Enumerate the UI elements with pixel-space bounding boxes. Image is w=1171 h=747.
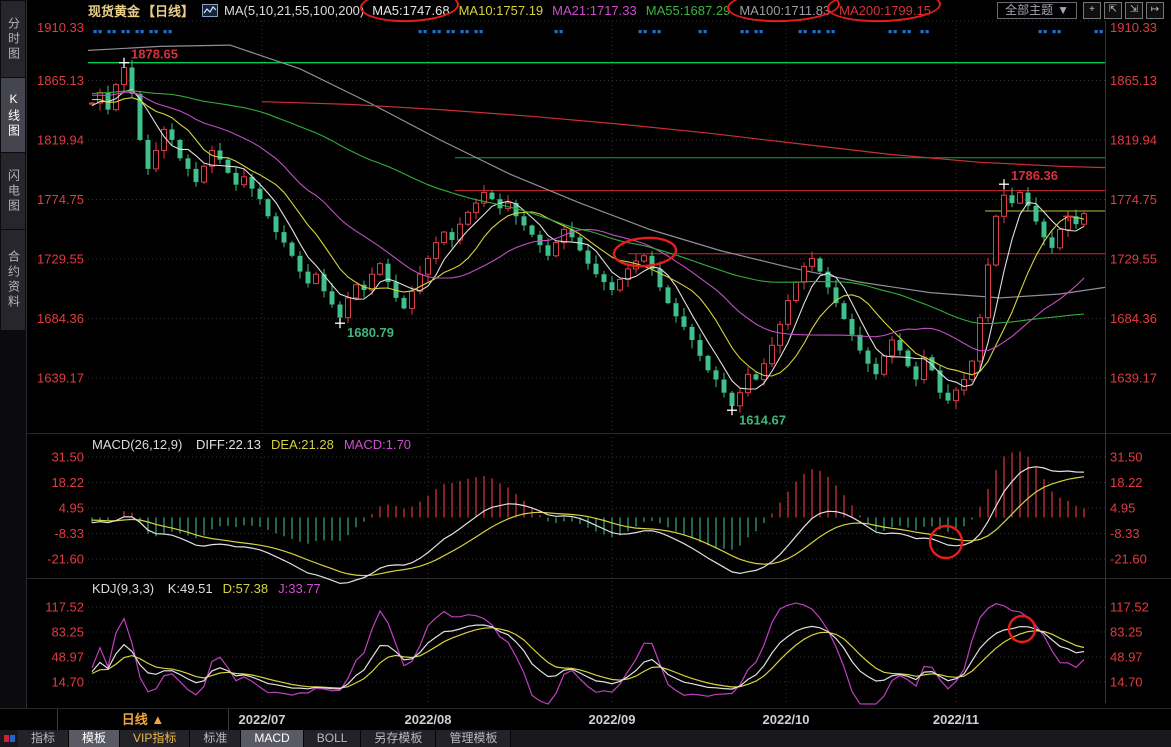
- period-selector[interactable]: 日线 ▲: [57, 709, 229, 730]
- app-logo: [0, 730, 18, 747]
- ma-value-ma10: MA10:1757.19: [458, 3, 544, 18]
- sidebar-item-4[interactable]: 合约资料: [1, 230, 25, 330]
- sidebar-item-1[interactable]: 分时图: [1, 1, 25, 77]
- svg-text:1819.94: 1819.94: [1110, 133, 1157, 148]
- macd-params: MACD(26,12,9): [92, 437, 183, 452]
- svg-text:18.22: 18.22: [1110, 475, 1143, 490]
- svg-text:1865.13: 1865.13: [37, 73, 84, 88]
- bottom-tabbar: 指标 模板 VIP指标 标准 MACD BOLL 另存模板 管理模板: [0, 730, 1171, 747]
- svg-text:1729.55: 1729.55: [1110, 252, 1157, 267]
- trading-app: 1910.33 1910.33 1865.13 1865.13 1819.94 1819.…: [0, 0, 1171, 747]
- ma-params: MA(5,10,21,55,100,200): [224, 3, 365, 18]
- svg-text:14.70: 14.70: [1110, 675, 1143, 690]
- svg-text:1639.17: 1639.17: [1110, 371, 1157, 386]
- svg-text:1910.33: 1910.33: [1110, 20, 1157, 35]
- svg-text:1639.17: 1639.17: [37, 371, 84, 386]
- svg-text:1819.94: 1819.94: [37, 133, 84, 148]
- svg-text:1865.13: 1865.13: [1110, 73, 1157, 88]
- svg-text:-21.60: -21.60: [1110, 552, 1147, 567]
- svg-text:1774.75: 1774.75: [37, 192, 84, 207]
- macd-value-2: MACD:1.70: [343, 437, 412, 452]
- tab-VIP指标[interactable]: VIP指标: [120, 730, 191, 747]
- kdj-value-2: J:33.77: [278, 581, 321, 596]
- period-name: 【日线】: [142, 4, 195, 19]
- period-selector-label: 日线: [121, 712, 148, 727]
- svg-text:1729.55: 1729.55: [37, 252, 84, 267]
- svg-text:31.50: 31.50: [1110, 450, 1143, 465]
- sidebar-item-3[interactable]: 闪电图: [1, 153, 25, 229]
- svg-text:83.25: 83.25: [51, 624, 84, 639]
- svg-text:31.50: 31.50: [51, 450, 84, 465]
- svg-text:-21.60: -21.60: [47, 552, 84, 567]
- tab-模板[interactable]: 模板: [69, 730, 121, 747]
- svg-text:4.95: 4.95: [59, 501, 84, 516]
- svg-text:1910.33: 1910.33: [37, 20, 84, 35]
- symbol-name: 现货黄金: [88, 4, 141, 19]
- ma-value-ma100: MA100:1711.83: [739, 3, 831, 18]
- svg-text:48.97: 48.97: [51, 650, 84, 665]
- x-axis-label: 2022/08: [404, 712, 452, 727]
- svg-text:18.22: 18.22: [51, 475, 84, 490]
- kdj-indicator-header: KDJ(9,3,3) K:49.51 D:57.38 J:33.77: [92, 581, 331, 596]
- macd-value-0: DIFF:22.13: [195, 437, 261, 452]
- svg-text:4.95: 4.95: [1110, 501, 1135, 516]
- kdj-params: KDJ(9,3,3): [92, 581, 155, 596]
- svg-text:48.97: 48.97: [1110, 650, 1143, 665]
- tab-指标[interactable]: 指标: [18, 730, 70, 747]
- macd-value-1: DEA:21.28: [270, 437, 334, 452]
- svg-text:14.70: 14.70: [51, 675, 84, 690]
- ma-value-ma55: MA55:1687.29: [645, 3, 731, 18]
- ma-value-ma200: MA200:1799.15: [839, 3, 931, 18]
- svg-text:1684.36: 1684.36: [1110, 311, 1157, 326]
- svg-text:1684.36: 1684.36: [37, 311, 84, 326]
- kdj-value-1: D:57.38: [222, 581, 269, 596]
- ma-values: MA5:1747.68 MA10:1757.19 MA21:1717.33 MA55:…: [372, 3, 940, 18]
- svg-text:-8.33: -8.33: [1110, 526, 1140, 541]
- kline-icon: [202, 4, 219, 17]
- x-axis-label: 2022/11: [932, 712, 980, 727]
- chart-type-sidebar: 分时图 K线图 闪电图 合约资料: [0, 0, 27, 710]
- svg-text:1680.79: 1680.79: [347, 325, 394, 340]
- sidebar-item-2[interactable]: K线图: [1, 78, 25, 152]
- svg-text:1614.67: 1614.67: [739, 412, 786, 427]
- chevron-down-icon: ▼: [1057, 3, 1069, 17]
- svg-text:83.25: 83.25: [1110, 624, 1143, 639]
- timeline-row: 日线 ▲ 2022/07 2022/08 2022/09 2022/10 2022/11: [0, 708, 1171, 732]
- theme-selector-button[interactable]: 全部主题 ▼: [997, 2, 1077, 19]
- indicator-tabs: 指标 模板 VIP指标 标准 MACD BOLL 另存模板 管理模板: [18, 730, 512, 747]
- tab-管理模板[interactable]: 管理模板: [436, 730, 512, 747]
- tab-BOLL[interactable]: BOLL: [303, 730, 362, 747]
- pane-pop-icon[interactable]: ↦: [1146, 2, 1164, 19]
- svg-text:-8.33: -8.33: [54, 526, 84, 541]
- svg-text:1878.65: 1878.65: [131, 47, 178, 62]
- theme-selector-label: 全部主题: [1005, 3, 1054, 17]
- chart-header: 现货黄金 【日线】 MA(5,10,21,55,100,200) MA5:174…: [26, 0, 1171, 21]
- pane-top-icon[interactable]: ⇱: [1104, 2, 1122, 19]
- macd-indicator-header: MACD(26,12,9) DIFF:22.13 DEA:21.28 MACD:1.…: [92, 437, 421, 452]
- svg-text:117.52: 117.52: [45, 600, 84, 615]
- svg-text:1774.75: 1774.75: [1110, 192, 1157, 207]
- x-axis-label: 2022/07: [238, 712, 286, 727]
- x-axis-label: 2022/10: [762, 712, 810, 727]
- crosshair-icon[interactable]: +: [1083, 2, 1101, 19]
- window-layout-buttons: + ⇱ ⇲ ↦: [1083, 2, 1167, 19]
- ma-value-ma5: MA5:1747.68: [372, 3, 450, 18]
- kdj-value-0: K:49.51: [167, 581, 213, 596]
- tab-MACD[interactable]: MACD: [241, 730, 304, 747]
- x-axis-label: 2022/09: [588, 712, 636, 727]
- tab-标准[interactable]: 标准: [190, 730, 242, 747]
- triangle-up-icon: ▲: [151, 712, 165, 727]
- pane-bottom-icon[interactable]: ⇲: [1125, 2, 1143, 19]
- svg-text:117.52: 117.52: [1110, 600, 1149, 615]
- kline-chart-canvas[interactable]: 1910.33 1910.33 1865.13 1865.13 1819.94 1819.…: [0, 0, 1171, 747]
- svg-text:1786.36: 1786.36: [1011, 168, 1058, 183]
- ma-value-ma21: MA21:1717.33: [552, 3, 637, 18]
- tab-另存模板[interactable]: 另存模板: [361, 730, 437, 747]
